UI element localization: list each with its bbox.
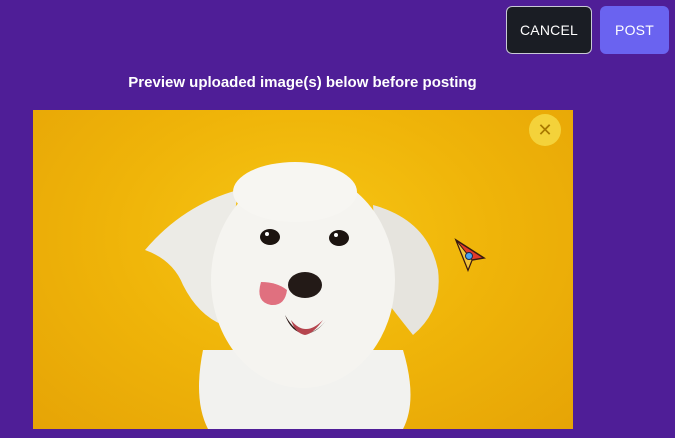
post-editor: CANCEL POST Preview uploaded image(s) be… (0, 0, 675, 438)
uploaded-image-preview (33, 110, 573, 429)
cancel-button[interactable]: CANCEL (506, 6, 592, 54)
post-button[interactable]: POST (600, 6, 669, 54)
close-icon: ✕ (537, 119, 553, 140)
remove-image-button[interactable]: ✕ (529, 114, 561, 146)
preview-title: Preview uploaded image(s) below before p… (128, 74, 477, 91)
pointer-cursor-icon (454, 238, 487, 277)
dog-photo (145, 162, 439, 429)
